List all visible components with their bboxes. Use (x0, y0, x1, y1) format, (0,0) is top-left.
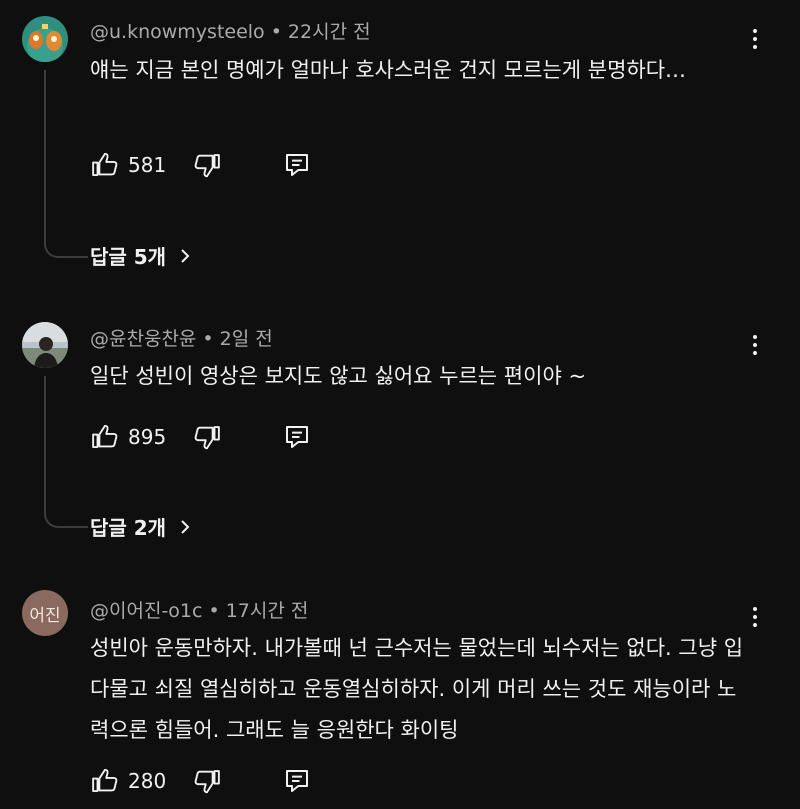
comment-text: 성빈아 운동만하자. 내가볼때 넌 근수저는 물었는데 뇌수저는 없다. 그냥 … (90, 636, 744, 742)
dislike-icon (194, 770, 220, 794)
like-button[interactable]: 280 (90, 766, 166, 796)
author-name[interactable]: @이어진-o1c (90, 600, 202, 622)
comment-3: 어진 @이어진-o1c • 17시간 전 성빈아 운동만하자. 내가볼때 넌 근수저… (0, 0, 800, 809)
like-count: 280 (128, 769, 167, 793)
comment-meta: @이어진-o1c • 17시간 전 (90, 596, 308, 623)
reply-icon (286, 770, 309, 792)
like-icon (92, 768, 118, 792)
reply-button[interactable] (282, 766, 312, 796)
avatar[interactable]: 어진 (22, 590, 68, 636)
timestamp[interactable]: 17시간 전 (226, 600, 309, 622)
comment-actions: 280 (90, 764, 312, 798)
dislike-button[interactable] (192, 766, 222, 796)
separator-dot: • (208, 600, 220, 622)
avatar-initials: 어진 (29, 605, 61, 626)
